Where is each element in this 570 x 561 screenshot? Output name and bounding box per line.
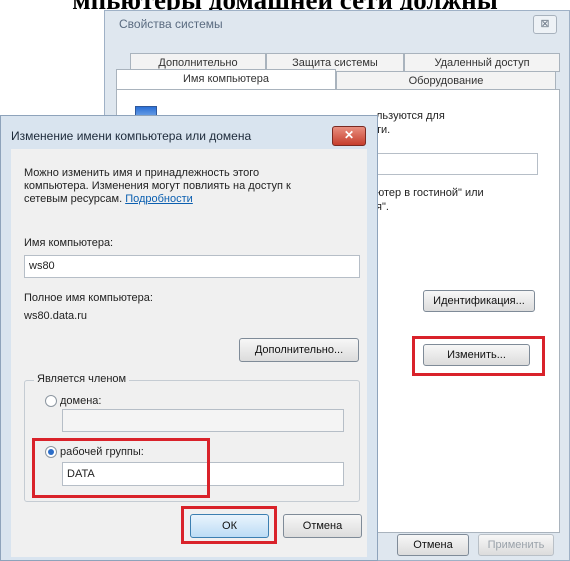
member-of-label: Является членом bbox=[34, 373, 130, 386]
dialog-title: Изменение имени компьютера или домена bbox=[11, 129, 252, 143]
tab-remote-access[interactable]: Удаленный доступ bbox=[404, 53, 560, 72]
full-name-value: ws80.data.ru bbox=[24, 310, 87, 322]
computer-description-field[interactable] bbox=[376, 153, 538, 175]
back-cancel-button[interactable]: Отмена bbox=[397, 534, 469, 556]
domain-input[interactable] bbox=[62, 409, 344, 432]
system-properties-close-button[interactable]: ⊠ bbox=[533, 15, 557, 34]
dialog-description-line2: компьютера. Изменения могут повлиять на … bbox=[24, 180, 291, 192]
domain-label: домена: bbox=[60, 395, 102, 407]
apply-button[interactable]: Применить bbox=[478, 534, 554, 556]
panel-example-line1: ютер в гостиной" или bbox=[376, 187, 484, 199]
more-button[interactable]: Дополнительно... bbox=[239, 338, 359, 362]
full-name-label: Полное имя компьютера: bbox=[24, 292, 153, 304]
panel-description-line2: ти. bbox=[376, 124, 391, 136]
system-properties-title: Свойства системы bbox=[119, 17, 223, 31]
dialog-cancel-button[interactable]: Отмена bbox=[283, 514, 362, 538]
tab-computer-name[interactable]: Имя компьютера bbox=[116, 69, 336, 90]
workgroup-highlight bbox=[32, 438, 210, 498]
computer-name-value: ws80 bbox=[29, 260, 55, 272]
computer-name-input[interactable]: ws80 bbox=[24, 255, 360, 278]
ok-button-highlight bbox=[181, 506, 277, 544]
tab-hardware[interactable]: Оборудование bbox=[336, 71, 556, 90]
identify-button[interactable]: Идентификация... bbox=[423, 290, 535, 312]
computer-name-label: Имя компьютера: bbox=[24, 237, 114, 249]
dialog-description-line1: Можно изменить имя и принадлежность этог… bbox=[24, 167, 260, 179]
panel-description-line1: льзуются для bbox=[376, 110, 445, 122]
dialog-close-button[interactable]: ✕ bbox=[332, 126, 366, 146]
domain-radio[interactable] bbox=[45, 395, 57, 407]
dialog-description-line3: сетевым ресурсам. Подробности bbox=[24, 193, 193, 206]
details-link[interactable]: Подробности bbox=[125, 193, 193, 205]
dialog-description-text: сетевым ресурсам. bbox=[24, 193, 123, 205]
change-button-highlight bbox=[412, 336, 545, 376]
